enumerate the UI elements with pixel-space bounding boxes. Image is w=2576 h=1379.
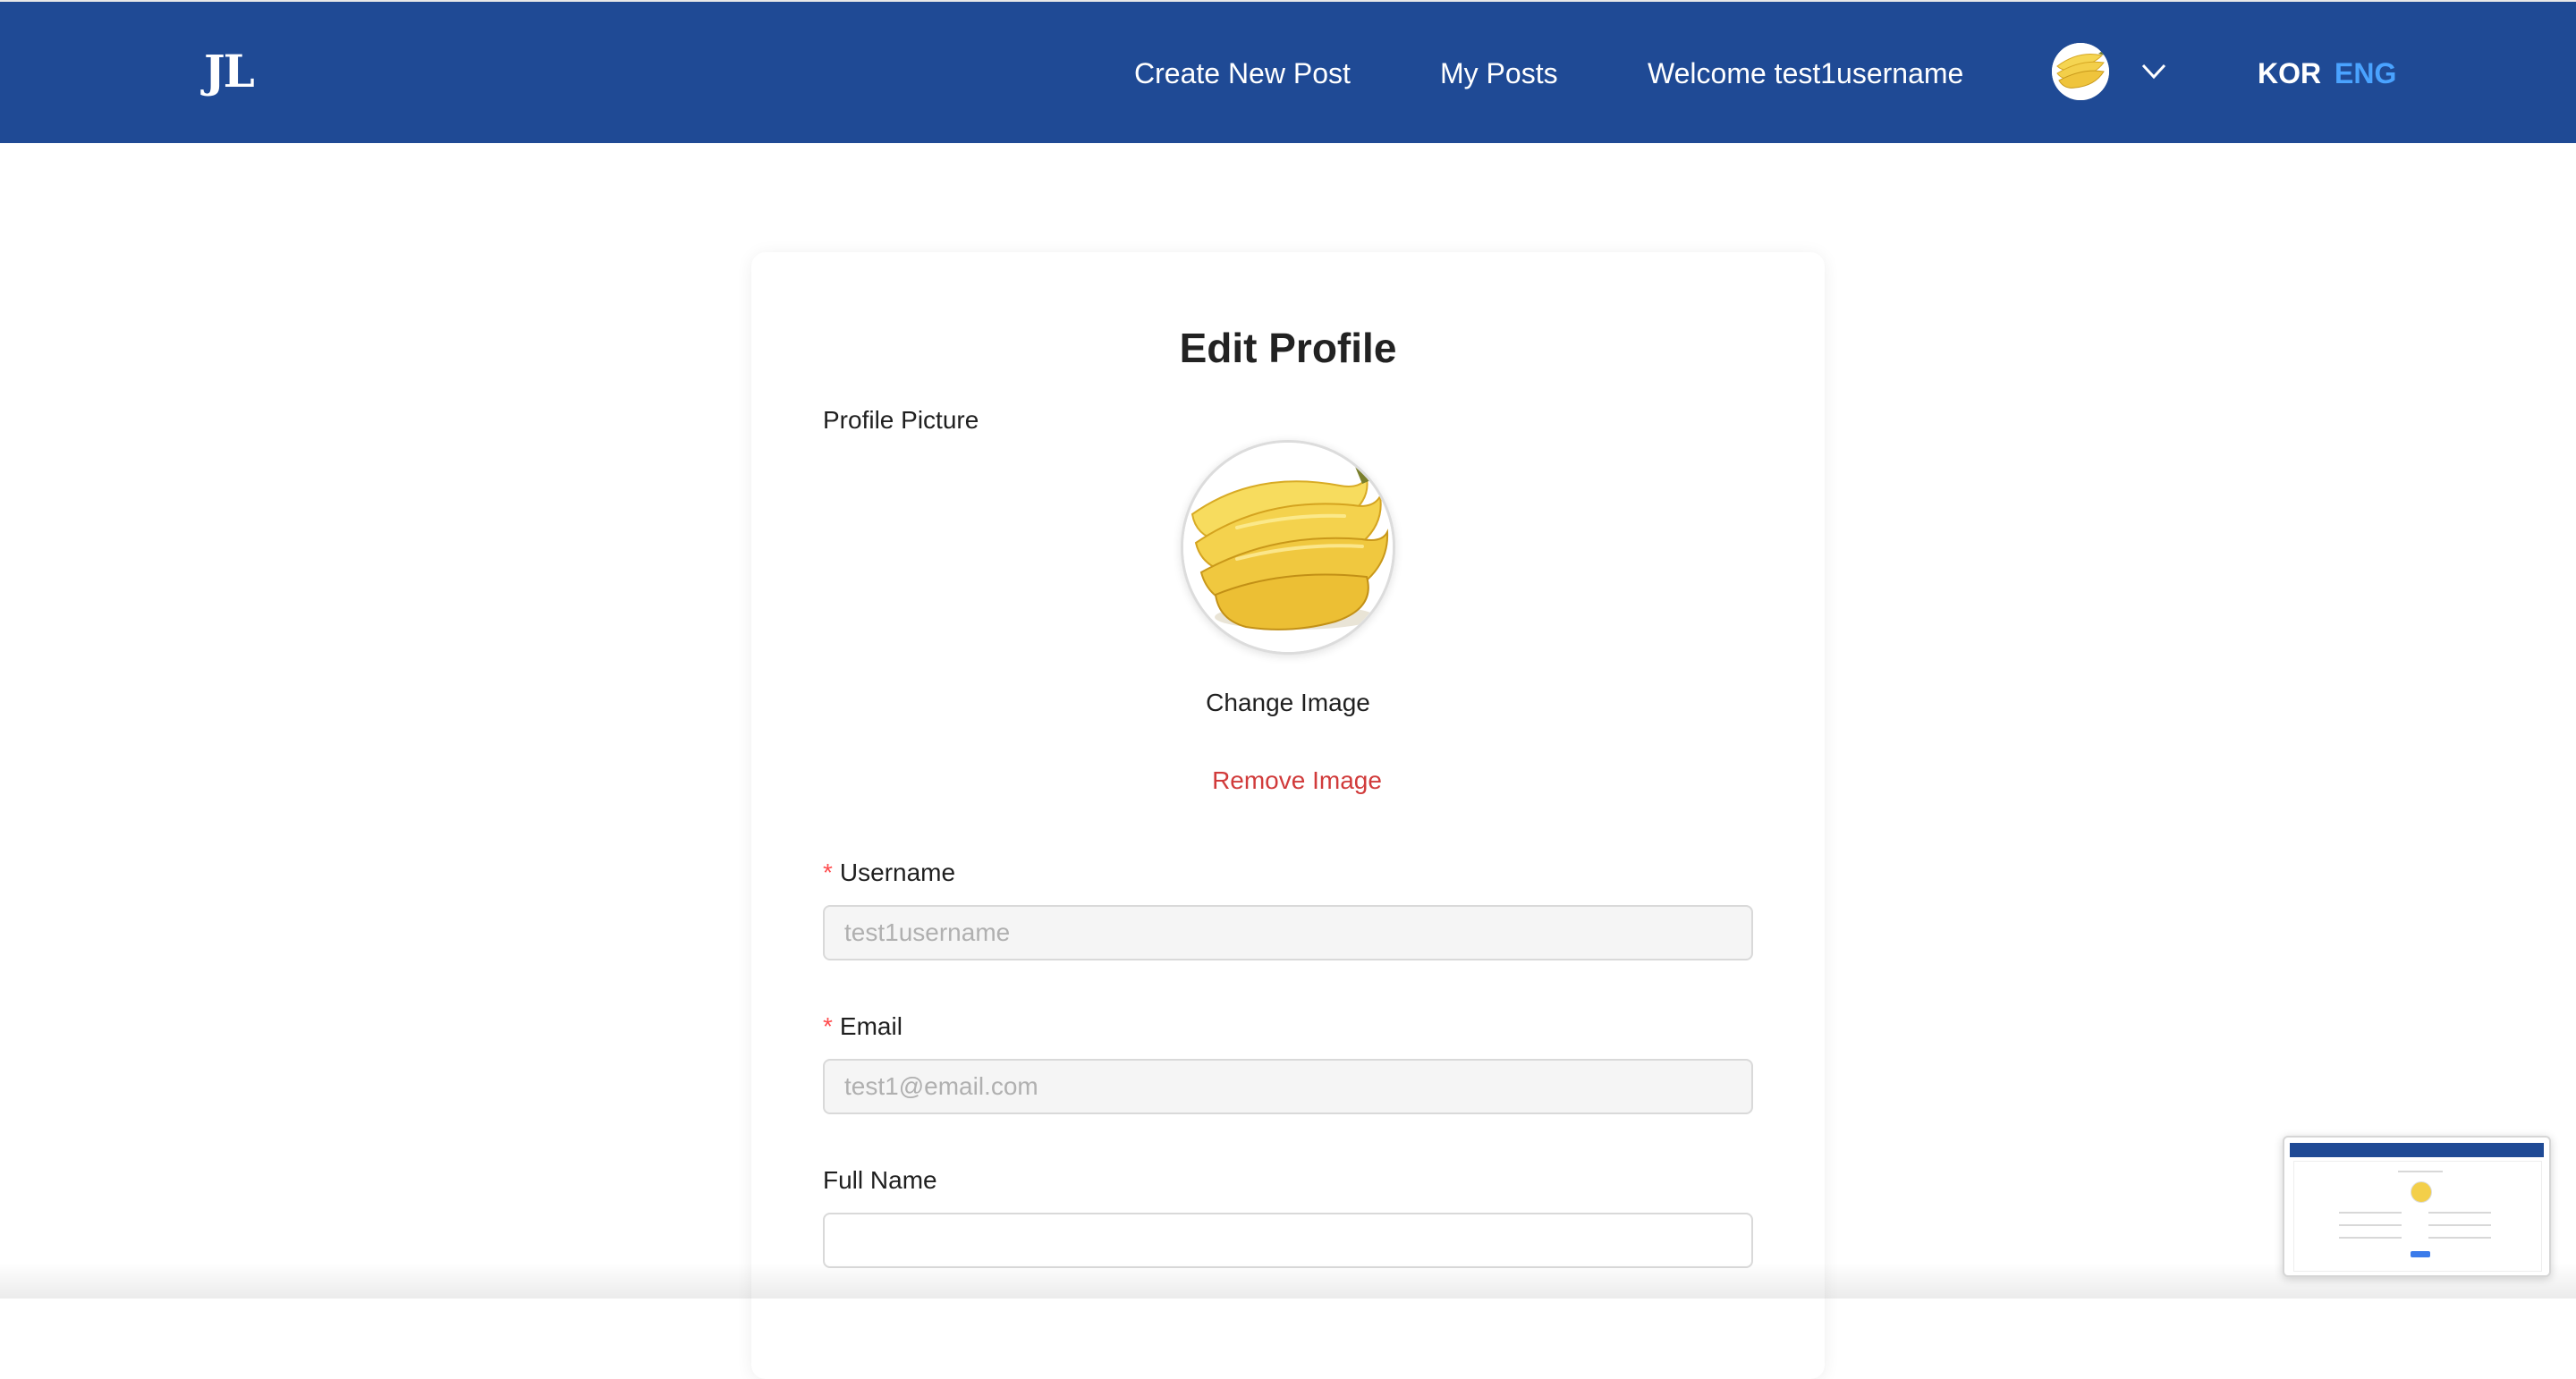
- preview-title-line: [2398, 1171, 2443, 1172]
- banana-image-icon: [1183, 443, 1393, 652]
- edit-profile-card: Edit Profile Profile Picture Change Imag…: [751, 252, 1825, 1379]
- preview-field-line: [2428, 1212, 2491, 1214]
- preview-field-line: [2339, 1212, 2402, 1214]
- email-label-text: Email: [839, 1012, 902, 1040]
- language-eng[interactable]: ENG: [2334, 57, 2396, 90]
- page-title: Edit Profile: [1179, 325, 1397, 371]
- preview-navbar: [2290, 1143, 2544, 1157]
- required-marker: *: [823, 1012, 833, 1040]
- full-name-label: Full Name: [823, 1166, 937, 1194]
- username-label-text: Username: [839, 859, 956, 886]
- username-label: * Username: [823, 859, 955, 887]
- change-image-button[interactable]: Change Image: [751, 689, 1825, 717]
- remove-image-button[interactable]: Remove Image: [760, 766, 1834, 795]
- site-logo[interactable]: JL: [204, 45, 255, 97]
- email-label: * Email: [823, 1012, 902, 1041]
- language-kor[interactable]: KOR: [2258, 57, 2321, 90]
- preview-field-line: [2339, 1224, 2402, 1226]
- user-avatar[interactable]: [2052, 43, 2109, 100]
- preview-card: [2293, 1161, 2542, 1272]
- banana-icon: [2052, 43, 2109, 100]
- preview-field-line: [2339, 1237, 2402, 1239]
- preview-avatar-icon: [2411, 1181, 2432, 1203]
- email-input[interactable]: [823, 1059, 1753, 1114]
- username-input[interactable]: [823, 905, 1753, 960]
- full-name-input[interactable]: [823, 1213, 1753, 1268]
- profile-picture[interactable]: [1181, 440, 1395, 655]
- page-preview-thumbnail[interactable]: [2283, 1136, 2551, 1277]
- chevron-down-icon[interactable]: [2141, 63, 2166, 80]
- preview-field-line: [2428, 1224, 2491, 1226]
- required-marker: *: [823, 859, 833, 886]
- my-posts-link[interactable]: My Posts: [1440, 55, 1558, 91]
- create-new-post-link[interactable]: Create New Post: [1134, 55, 1351, 91]
- welcome-text: Welcome test1username: [1648, 57, 1964, 89]
- profile-picture-label: Profile Picture: [823, 406, 979, 434]
- preview-button: [2411, 1251, 2430, 1257]
- top-navbar: JL Create New Post My Posts Welcome test…: [0, 0, 2576, 143]
- preview-field-line: [2428, 1237, 2491, 1239]
